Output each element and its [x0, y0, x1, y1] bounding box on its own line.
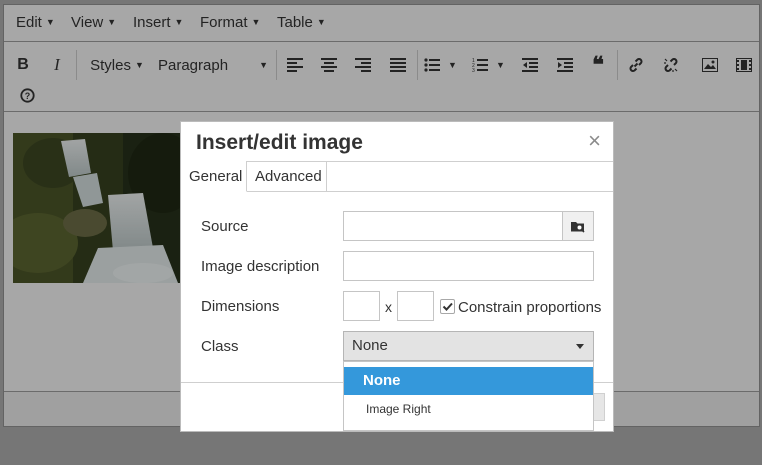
width-input[interactable]: [343, 291, 380, 321]
folder-search-icon: [571, 221, 585, 233]
class-label: Class: [201, 338, 239, 355]
close-icon[interactable]: ×: [588, 128, 601, 154]
tab-general[interactable]: General: [181, 161, 247, 192]
constrain-proportions-checkbox[interactable]: [440, 299, 455, 314]
class-select-value: None: [352, 337, 388, 354]
tab-advanced[interactable]: Advanced: [247, 161, 327, 192]
image-description-label: Image description: [201, 258, 320, 275]
dialog-title: Insert/edit image: [196, 131, 363, 154]
class-dropdown-menu: None Image Right: [343, 361, 594, 431]
dimension-separator: x: [385, 299, 392, 315]
source-label: Source: [201, 218, 249, 235]
caret-down-icon: [576, 344, 584, 349]
dialog-tabs: General Advanced: [181, 161, 613, 192]
class-select[interactable]: None: [343, 331, 594, 361]
image-description-input[interactable]: [343, 251, 594, 281]
checkmark-icon: [442, 302, 453, 311]
height-input[interactable]: [397, 291, 434, 321]
dropdown-option-image-right[interactable]: Image Right: [344, 398, 593, 420]
dimensions-label: Dimensions: [201, 298, 280, 315]
source-input[interactable]: [343, 211, 563, 241]
dropdown-option-none[interactable]: None: [344, 367, 593, 395]
constrain-proportions-label[interactable]: Constrain proportions: [458, 299, 601, 316]
browse-button[interactable]: [562, 211, 594, 241]
